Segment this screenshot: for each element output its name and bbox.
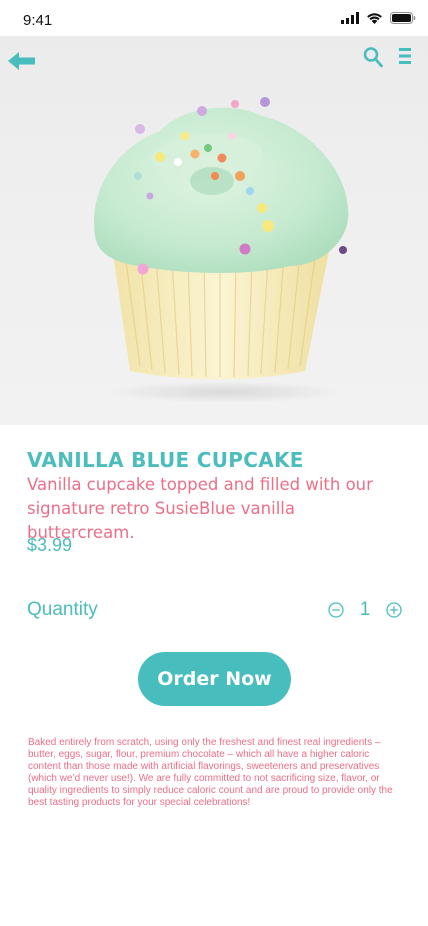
- cupcake-illustration: [94, 97, 349, 380]
- quantity-value: 1: [359, 599, 371, 620]
- minus-circle-icon[interactable]: [328, 602, 344, 618]
- battery-icon: [390, 12, 416, 24]
- wifi-icon: [367, 13, 382, 24]
- quantity-label: Quantity: [27, 599, 98, 620]
- plus-circle-icon[interactable]: [386, 602, 402, 618]
- signal-icon: [341, 12, 359, 24]
- product-description: Vanilla cupcake topped and filled with o…: [27, 475, 373, 542]
- fine-print-text: Baked entirely from scratch, using only …: [28, 737, 393, 808]
- order-now-button[interactable]: Order Now: [138, 652, 291, 706]
- status-bar: 9:41: [0, 0, 428, 36]
- search-icon[interactable]: [363, 46, 383, 68]
- product-title: VANILLA BLUE CUPCAKE: [27, 448, 304, 472]
- product-price: $3.99: [27, 535, 73, 555]
- back-arrow-icon[interactable]: [7, 50, 37, 72]
- product-image: [0, 36, 428, 425]
- status-time: 9:41: [23, 12, 53, 29]
- status-icons: [341, 11, 416, 25]
- menu-icon[interactable]: [398, 47, 412, 65]
